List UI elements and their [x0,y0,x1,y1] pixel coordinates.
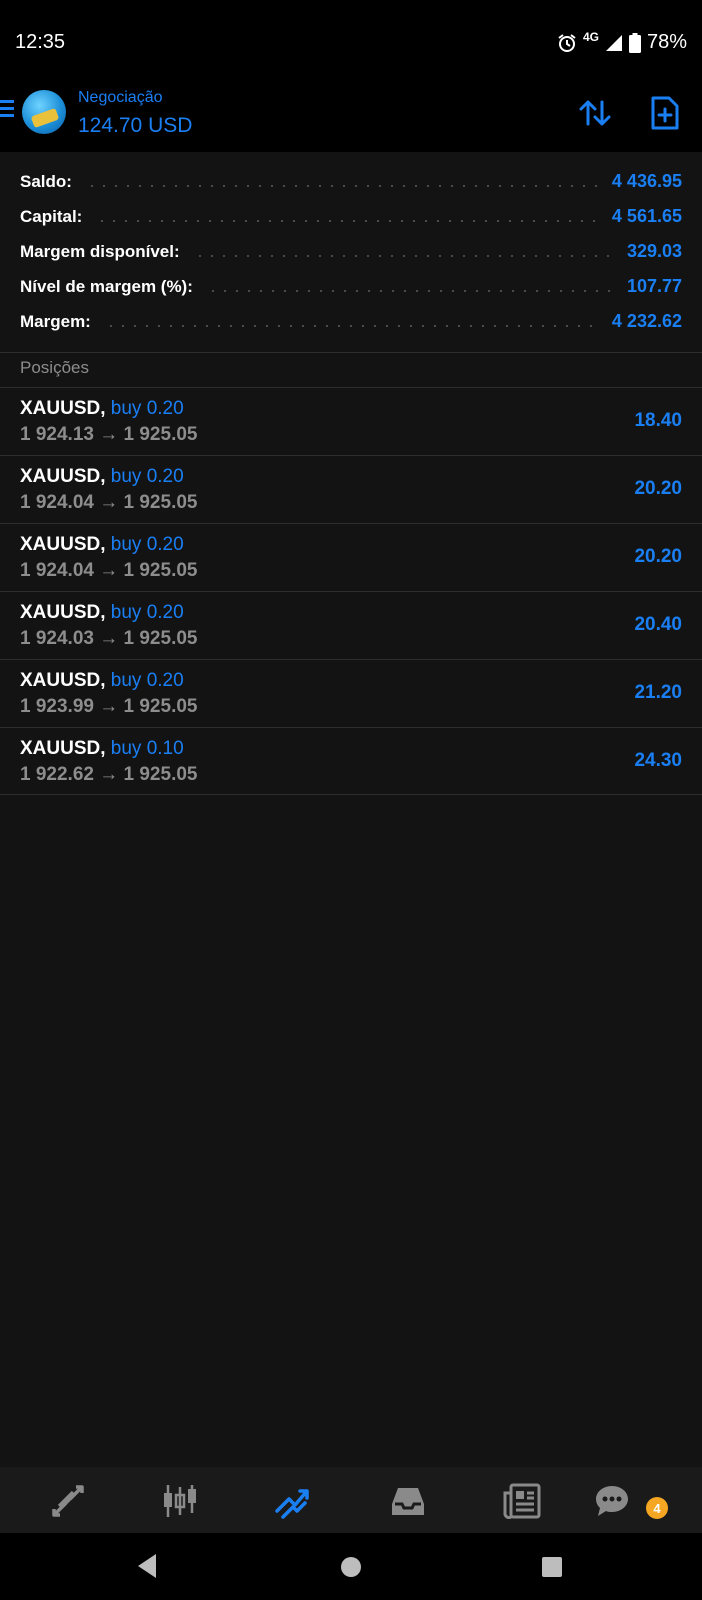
position-prices: 1 923.99 → 1 925.05 [20,696,198,717]
position-row[interactable]: XAUUSD, buy 0.20 1 924.03 → 1 925.05 20.… [0,591,702,659]
position-side-volume: buy 0.10 [110,738,184,759]
app-logo [22,90,66,134]
tab-news[interactable] [502,1481,542,1521]
position-symbol: XAUUSD, [20,398,106,419]
position-row[interactable]: XAUUSD, buy 0.20 1 923.99 → 1 925.05 21.… [0,659,702,727]
position-prices: 1 924.04 → 1 925.05 [20,492,198,513]
summary-value: 4 232.62 [611,311,682,331]
divider [0,352,702,353]
recents-icon[interactable] [542,1557,562,1577]
battery-icon [628,32,641,53]
system-nav-bar [0,1533,702,1600]
position-prices: 1 924.03 → 1 925.05 [20,628,198,649]
position-side-volume: buy 0.20 [110,670,184,691]
position-profit: 20.40 [634,614,682,635]
summary-row-margin-level: Nível de margem (%): 107.77 [0,269,702,304]
sort-icon[interactable] [578,96,612,130]
positions-list: XAUUSD, buy 0.20 1 924.13 → 1 925.05 18.… [0,387,702,795]
position-symbol: XAUUSD, [20,534,106,555]
position-profit: 20.20 [634,478,682,499]
tab-chat[interactable] [592,1481,632,1521]
dotted-leader [85,184,598,187]
position-prices: 1 924.04 → 1 925.05 [20,560,198,581]
position-row[interactable]: XAUUSD, buy 0.20 1 924.13 → 1 925.05 18.… [0,387,702,455]
dotted-leader [96,219,598,222]
dotted-leader [206,289,613,292]
account-summary: Saldo: 4 436.95 Capital: 4 561.65 Margem… [0,164,702,339]
alarm-icon [558,33,576,52]
tab-trade[interactable] [272,1481,312,1521]
summary-row-margin: Margem: 4 232.62 [0,304,702,339]
summary-row-capital: Capital: 4 561.65 [0,199,702,234]
summary-label: Margem: [20,311,91,331]
position-side-volume: buy 0.20 [110,466,184,487]
summary-label: Nível de margem (%): [20,276,193,296]
bottom-tab-bar [0,1467,702,1533]
tab-quotes[interactable] [48,1481,88,1521]
summary-label: Margem disponível: [20,241,180,261]
history-icon [392,1488,424,1515]
header-profit: 124.70 USD [78,114,193,137]
summary-label: Saldo: [20,171,72,191]
status-indicators: 4G 78% [557,29,687,54]
chat-badge: 4 [646,1497,668,1519]
status-time: 12:35 [15,31,66,53]
home-icon[interactable] [341,1557,361,1577]
tab-history[interactable] [388,1481,428,1521]
status-bar: 12:35 4G 78% [0,0,702,80]
new-order-icon[interactable] [650,96,680,130]
position-prices: 1 924.13 → 1 925.05 [20,424,198,445]
position-side-volume: buy 0.20 [110,602,184,623]
position-prices: 1 922.62 → 1 925.05 [20,764,198,785]
position-symbol: XAUUSD, [20,670,106,691]
position-side-volume: buy 0.20 [110,398,184,419]
dotted-leader [193,254,613,257]
position-row[interactable]: XAUUSD, buy 0.10 1 922.62 → 1 925.05 24.… [0,727,702,795]
news-icon [503,1483,541,1519]
dotted-leader [104,324,598,327]
summary-row-saldo: Saldo: 4 436.95 [0,164,702,199]
position-profit: 21.20 [634,682,682,703]
battery-level: 78% [646,31,687,53]
summary-row-free-margin: Margem disponível: 329.03 [0,234,702,269]
position-side-volume: buy 0.20 [110,534,184,555]
summary-value: 4 436.95 [611,171,682,191]
position-row[interactable]: XAUUSD, buy 0.20 1 924.04 → 1 925.05 20.… [0,523,702,591]
quotes-icon [52,1485,84,1517]
summary-value: 329.03 [626,241,682,261]
back-icon[interactable] [136,1553,158,1579]
positions-section-header: Posições [20,358,89,377]
summary-value: 107.77 [626,276,682,296]
summary-label: Capital: [20,206,83,226]
position-symbol: XAUUSD, [20,738,106,759]
page-title: Negociação [78,89,163,106]
tab-chart[interactable] [160,1481,200,1521]
chat-icon [596,1486,628,1516]
app-header: Negociação 124.70 USD [0,80,702,152]
summary-value: 4 561.65 [611,206,682,226]
trade-icon [275,1489,309,1519]
position-profit: 24.30 [634,750,682,771]
position-symbol: XAUUSD, [20,466,106,487]
position-profit: 18.40 [634,410,682,431]
menu-icon[interactable] [0,100,16,118]
chart-icon [164,1485,196,1517]
position-row[interactable]: XAUUSD, buy 0.20 1 924.04 → 1 925.05 20.… [0,455,702,523]
signal-icon [605,34,622,51]
network-type: 4G [582,29,599,44]
position-symbol: XAUUSD, [20,602,106,623]
position-profit: 20.20 [634,546,682,567]
